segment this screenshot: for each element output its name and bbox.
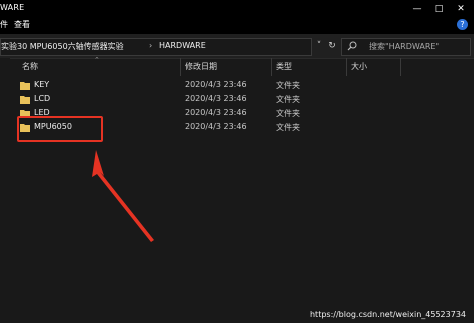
annotation-arrow [92, 150, 154, 242]
watermark: https://blog.csdn.net/weixin_45523734 [309, 310, 466, 319]
